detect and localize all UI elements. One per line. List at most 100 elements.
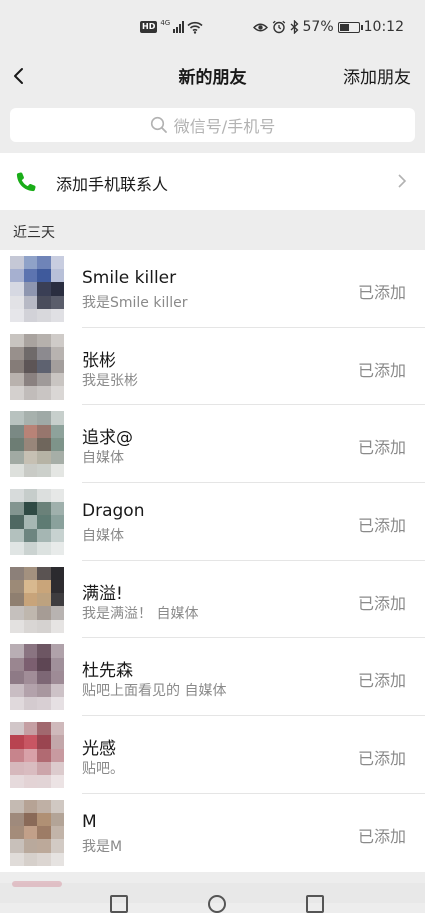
- clock: 10:12: [363, 19, 404, 35]
- avatar-pixel: [23, 697, 37, 711]
- avatar-pixel: [10, 799, 24, 813]
- avatar[interactable]: [10, 722, 64, 789]
- avatar-pixel: [23, 722, 37, 736]
- friend-request-row[interactable]: Dragon 自媒体 已添加: [0, 483, 425, 561]
- avatar-pixel: [37, 308, 51, 322]
- avatar-pixel: [50, 373, 64, 387]
- friend-request-row[interactable]: 光感 贴吧。 已添加: [0, 716, 425, 794]
- avatar-pixel: [23, 774, 37, 789]
- navigation-bar: 新的朋友 添加朋友: [0, 54, 425, 98]
- avatar-pixel: [23, 644, 37, 658]
- system-indicators: 57% 10:12: [252, 17, 404, 37]
- avatar-pixel: [37, 333, 51, 347]
- avatar-pixel: [37, 411, 51, 425]
- avatar-pixel: [10, 502, 24, 516]
- avatar-pixel: [37, 373, 51, 387]
- avatar-pixel: [23, 502, 37, 516]
- avatar-pixel: [10, 826, 24, 840]
- avatar-pixel: [50, 282, 64, 296]
- add-friend-button[interactable]: 添加朋友: [343, 63, 411, 88]
- avatar-pixel: [50, 579, 64, 594]
- avatar-pixel: [10, 619, 24, 633]
- avatar-pixel: [37, 528, 51, 542]
- friend-message: 贴吧。: [82, 761, 124, 778]
- avatar-pixel: [50, 295, 64, 309]
- added-status: 已添加: [357, 283, 406, 302]
- avatar-pixel: [23, 515, 37, 529]
- avatar-pixel: [10, 373, 24, 387]
- recent-apps-icon[interactable]: [110, 895, 128, 913]
- avatar[interactable]: [10, 489, 64, 556]
- avatar[interactable]: [10, 566, 64, 633]
- avatar-pixel: [23, 541, 37, 556]
- avatar-pixel: [37, 684, 51, 698]
- friend-request-row[interactable]: 杜先森 贴吧上面看见的 自媒体 已添加: [0, 638, 425, 717]
- search-input[interactable]: 微信号/手机号: [10, 108, 415, 142]
- battery-level-fill: [339, 23, 350, 31]
- avatar-pixel: [10, 657, 24, 671]
- network-type-label: 4G: [160, 19, 171, 27]
- avatar-pixel: [23, 606, 37, 620]
- avatar[interactable]: [10, 333, 64, 400]
- avatar-pixel: [10, 644, 24, 658]
- avatar-pixel: [10, 308, 24, 322]
- avatar-pixel: [50, 541, 64, 556]
- friend-message: 自媒体: [82, 450, 124, 467]
- hd-voice-icon: HD: [140, 21, 158, 33]
- avatar-pixel: [23, 489, 37, 503]
- friend-request-row[interactable]: 满溢! 我是满溢！ 自媒体 已添加: [0, 561, 425, 639]
- avatar-pixel: [37, 269, 51, 283]
- friend-request-list: Smile killer 我是Smile killer 已添加 张彬 我是张彬 已添加 追求…: [0, 250, 425, 872]
- avatar-pixel: [37, 722, 51, 736]
- added-status: 已添加: [357, 826, 406, 846]
- avatar-pixel: [50, 386, 64, 400]
- avatar-pixel: [37, 761, 51, 775]
- avatar-pixel: [10, 761, 24, 775]
- next-avatar-peek: [12, 881, 62, 887]
- friend-name: M: [82, 811, 97, 832]
- friend-request-row[interactable]: M 我是M 已添加: [0, 794, 425, 872]
- avatar-pixel: [10, 256, 24, 270]
- search-placeholder: 微信号/手机号: [173, 117, 276, 136]
- avatar-pixel: [23, 813, 37, 827]
- avatar-pixel: [10, 579, 24, 594]
- avatar[interactable]: [10, 411, 64, 478]
- friend-request-row[interactable]: Smile killer 我是Smile killer 已添加: [0, 250, 425, 328]
- friend-message: 我是满溢！ 自媒体: [82, 605, 199, 622]
- friend-name: 张彬: [82, 350, 116, 371]
- friend-request-row[interactable]: 张彬 我是张彬 已添加: [0, 328, 425, 406]
- chevron-right-icon: [398, 174, 407, 188]
- avatar-pixel: [10, 697, 24, 711]
- avatar-pixel: [50, 852, 64, 866]
- avatar-pixel: [37, 593, 51, 607]
- avatar-pixel: [37, 450, 51, 465]
- avatar-pixel: [23, 761, 37, 775]
- avatar-pixel: [10, 593, 24, 607]
- avatar[interactable]: [10, 644, 64, 711]
- avatar-pixel: [10, 437, 24, 451]
- avatar-pixel: [50, 269, 64, 283]
- avatar-pixel: [10, 566, 24, 580]
- back-nav-icon[interactable]: [306, 895, 324, 913]
- bluetooth-icon: [290, 20, 298, 34]
- avatar-pixel: [37, 541, 51, 556]
- avatar-pixel: [50, 670, 64, 685]
- avatar-pixel: [23, 748, 37, 762]
- avatar-pixel: [50, 774, 64, 789]
- avatar-pixel: [50, 657, 64, 671]
- friend-name: Smile killer: [82, 268, 177, 288]
- add-phone-contacts-row[interactable]: 添加手机联系人: [0, 153, 425, 210]
- avatar-pixel: [23, 282, 37, 296]
- avatar-pixel: [37, 774, 51, 789]
- avatar[interactable]: [10, 256, 64, 322]
- avatar-pixel: [37, 515, 51, 529]
- avatar-pixel: [10, 333, 24, 347]
- avatar-pixel: [37, 748, 51, 762]
- friend-request-row[interactable]: 追求@ 自媒体 已添加: [0, 405, 425, 484]
- avatar-pixel: [10, 424, 24, 438]
- avatar[interactable]: [10, 799, 64, 866]
- avatar-pixel: [50, 308, 64, 322]
- search-icon: [150, 116, 167, 133]
- avatar-pixel: [23, 657, 37, 671]
- home-icon[interactable]: [208, 895, 226, 913]
